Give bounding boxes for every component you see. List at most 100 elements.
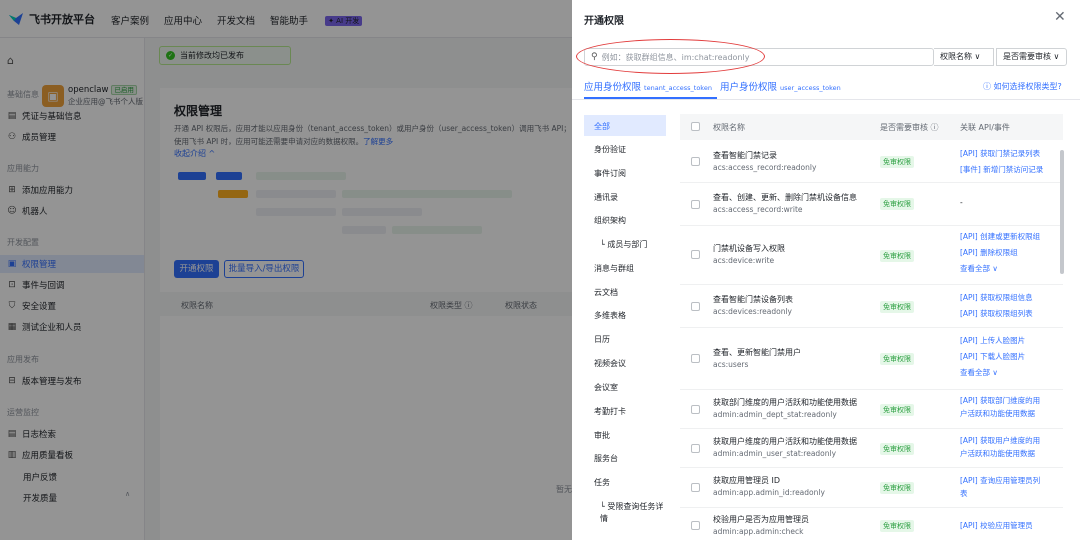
row-checkbox[interactable] bbox=[691, 405, 700, 414]
permission-title: 门禁机设备写入权限 bbox=[713, 244, 785, 253]
category-item[interactable]: 审批 bbox=[594, 430, 610, 441]
permission-title: 查看智能门禁记录 bbox=[713, 151, 777, 160]
category-item[interactable]: 身份验证 bbox=[594, 144, 626, 155]
permission-name: 获取用户维度的用户活跃和功能使用数据 admin:admin_user_stat:… bbox=[713, 436, 857, 460]
api-link-cont[interactable]: 户活跃和功能使用数据 bbox=[960, 447, 1060, 460]
row-checkbox[interactable] bbox=[691, 157, 700, 166]
permission-title: 查看、创建、更新、删除门禁机设备信息 bbox=[713, 193, 857, 202]
category-item[interactable]: 消息与群组 bbox=[594, 263, 634, 274]
permission-row: 获取用户维度的用户活跃和功能使用数据 admin:admin_user_stat:… bbox=[680, 429, 1063, 468]
review-badge: 免审权限 bbox=[880, 198, 914, 210]
permission-name: 获取部门维度的用户活跃和功能使用数据 admin:admin_dept_stat:… bbox=[713, 397, 857, 421]
row-checkbox[interactable] bbox=[691, 302, 700, 311]
permission-type-guide-link[interactable]: ⓘ 如何选择权限类型? bbox=[983, 81, 1062, 92]
permission-code: admin:admin_user_stat:readonly bbox=[713, 449, 837, 458]
review-badge: 免审权限 bbox=[880, 301, 914, 313]
row-checkbox[interactable] bbox=[691, 354, 700, 363]
review-badge: 免审权限 bbox=[880, 482, 914, 494]
category-all[interactable]: 全部 bbox=[584, 115, 666, 136]
category-item[interactable]: 通讯录 bbox=[594, 192, 618, 203]
close-icon[interactable]: ✕ bbox=[1054, 9, 1066, 25]
permission-name: 校验用户是否为应用管理员 admin:app.admin:check bbox=[713, 514, 809, 538]
tab-label: 应用身份权限 bbox=[584, 82, 642, 93]
api-link[interactable]: [API] 获取用户维度的用 bbox=[960, 434, 1060, 447]
related-apis: [API] 查询应用管理员列表 bbox=[960, 474, 1060, 500]
permission-code: admin:app.admin:check bbox=[713, 527, 804, 536]
api-link[interactable]: [API] 获取权限组列表 bbox=[960, 306, 1060, 322]
category-subitem[interactable]: └ 受限查询任务详情 bbox=[600, 501, 668, 525]
tab-divider bbox=[572, 99, 1080, 100]
modal-overlay[interactable] bbox=[0, 0, 572, 540]
api-link[interactable]: [API] 删除权限组 bbox=[960, 245, 1060, 261]
category-item[interactable]: 日历 bbox=[594, 334, 610, 345]
permission-title: 查看、更新智能门禁用户 bbox=[713, 348, 801, 357]
category-item[interactable]: 云文档 bbox=[594, 287, 618, 298]
api-link[interactable]: [API] 创建或更新权限组 bbox=[960, 229, 1060, 245]
permission-row: 查看智能门禁记录 acs:access_record:readonly 免审权限 … bbox=[680, 140, 1063, 183]
permission-title: 校验用户是否为应用管理员 bbox=[713, 515, 809, 524]
tab-app-identity[interactable]: 应用身份权限 tenant_access_token bbox=[584, 79, 712, 93]
category-item[interactable]: 任务 bbox=[594, 477, 610, 488]
api-link[interactable]: [API] 查询应用管理员列 bbox=[960, 474, 1060, 487]
api-link[interactable]: [API] 下载人脸图片 bbox=[960, 349, 1060, 365]
review-badge: 免审权限 bbox=[880, 353, 914, 365]
api-empty: - bbox=[960, 198, 963, 207]
related-apis: [API] 获取权限组信息 [API] 获取权限组列表 bbox=[960, 290, 1060, 322]
api-link-cont[interactable]: 表 bbox=[960, 487, 1060, 500]
api-link[interactable]: [API] 上传人脸图片 bbox=[960, 333, 1060, 349]
view-all-link[interactable]: 查看全部 ∨ bbox=[960, 261, 1060, 277]
scrollbar-thumb[interactable] bbox=[1060, 150, 1064, 274]
api-link[interactable]: [API] 获取部门维度的用 bbox=[960, 394, 1060, 407]
row-checkbox[interactable] bbox=[691, 250, 700, 259]
review-filter-select[interactable]: 是否需要审核 ∨ bbox=[996, 48, 1067, 66]
permission-name: 获取应用管理员 ID admin:app.admin_id:readonly bbox=[713, 475, 825, 499]
permission-row: 获取应用管理员 ID admin:app.admin_id:readonly 免审… bbox=[680, 468, 1063, 508]
category-item[interactable]: 事件订阅 bbox=[594, 168, 626, 179]
drawer-title: 开通权限 bbox=[584, 16, 624, 27]
tab-label: 用户身份权限 bbox=[720, 82, 778, 93]
category-item[interactable]: 考勤打卡 bbox=[594, 406, 626, 417]
row-checkbox[interactable] bbox=[691, 200, 700, 209]
api-link[interactable]: [API] 获取门禁记录列表 bbox=[960, 146, 1060, 162]
review-badge: 免审权限 bbox=[880, 156, 914, 168]
col-name: 权限名称 bbox=[713, 123, 745, 132]
category-item[interactable]: 多维表格 bbox=[594, 310, 626, 321]
category-subitem-label: 成员与部门 bbox=[607, 240, 648, 249]
api-link[interactable]: [事件] 新增门禁访问记录 bbox=[960, 162, 1060, 178]
permission-title: 获取用户维度的用户活跃和功能使用数据 bbox=[713, 437, 857, 446]
col-api: 关联 API/事件 bbox=[960, 123, 1010, 132]
permission-code: acs:access_record:write bbox=[713, 205, 803, 214]
tab-token: user_access_token bbox=[780, 84, 841, 92]
category-subitem-label: 受限查询任务详情 bbox=[600, 502, 664, 523]
row-checkbox[interactable] bbox=[691, 521, 700, 530]
permission-code: admin:admin_dept_stat:readonly bbox=[713, 410, 837, 419]
view-all-link[interactable]: 查看全部 ∨ bbox=[960, 365, 1060, 381]
category-item[interactable]: 会议室 bbox=[594, 382, 618, 393]
category-item[interactable]: 服务台 bbox=[594, 453, 618, 464]
category-item[interactable]: 组织架构 bbox=[594, 215, 626, 226]
api-link[interactable]: [API] 获取权限组信息 bbox=[960, 290, 1060, 306]
row-checkbox[interactable] bbox=[691, 444, 700, 453]
api-link[interactable]: [API] 校验应用管理员 bbox=[960, 518, 1060, 534]
permission-name: 查看、创建、更新、删除门禁机设备信息 acs:access_record:writ… bbox=[713, 192, 857, 216]
permission-name: 查看智能门禁设备列表 acs:devices:readonly bbox=[713, 294, 793, 318]
tab-user-identity[interactable]: 用户身份权限 user_access_token bbox=[720, 79, 841, 93]
permission-name: 查看、更新智能门禁用户 acs:users bbox=[713, 347, 801, 371]
related-apis: [API] 创建或更新权限组 [API] 删除权限组 查看全部 ∨ bbox=[960, 229, 1060, 277]
category-item[interactable]: 视频会议 bbox=[594, 358, 626, 369]
select-all-checkbox[interactable] bbox=[691, 122, 700, 131]
related-apis: [API] 校验应用管理员 bbox=[960, 518, 1060, 534]
related-apis: [API] 获取部门维度的用 户活跃和功能使用数据 bbox=[960, 394, 1060, 420]
permission-name: 门禁机设备写入权限 acs:device:write bbox=[713, 243, 785, 267]
permission-code: acs:access_record:readonly bbox=[713, 163, 817, 172]
review-badge: 免审权限 bbox=[880, 520, 914, 532]
api-link-cont[interactable]: 户活跃和功能使用数据 bbox=[960, 407, 1060, 420]
permission-title: 获取部门维度的用户活跃和功能使用数据 bbox=[713, 398, 857, 407]
search-field-select[interactable]: 权限名称 ∨ bbox=[934, 48, 994, 66]
related-apis: [API] 上传人脸图片 [API] 下载人脸图片 查看全部 ∨ bbox=[960, 333, 1060, 381]
row-checkbox[interactable] bbox=[691, 483, 700, 492]
highlight-circle-annotation bbox=[576, 39, 765, 74]
review-badge: 免审权限 bbox=[880, 250, 914, 262]
category-subitem[interactable]: └ 成员与部门 bbox=[600, 239, 647, 250]
permission-row: 查看智能门禁设备列表 acs:devices:readonly 免审权限 [API… bbox=[680, 285, 1063, 328]
